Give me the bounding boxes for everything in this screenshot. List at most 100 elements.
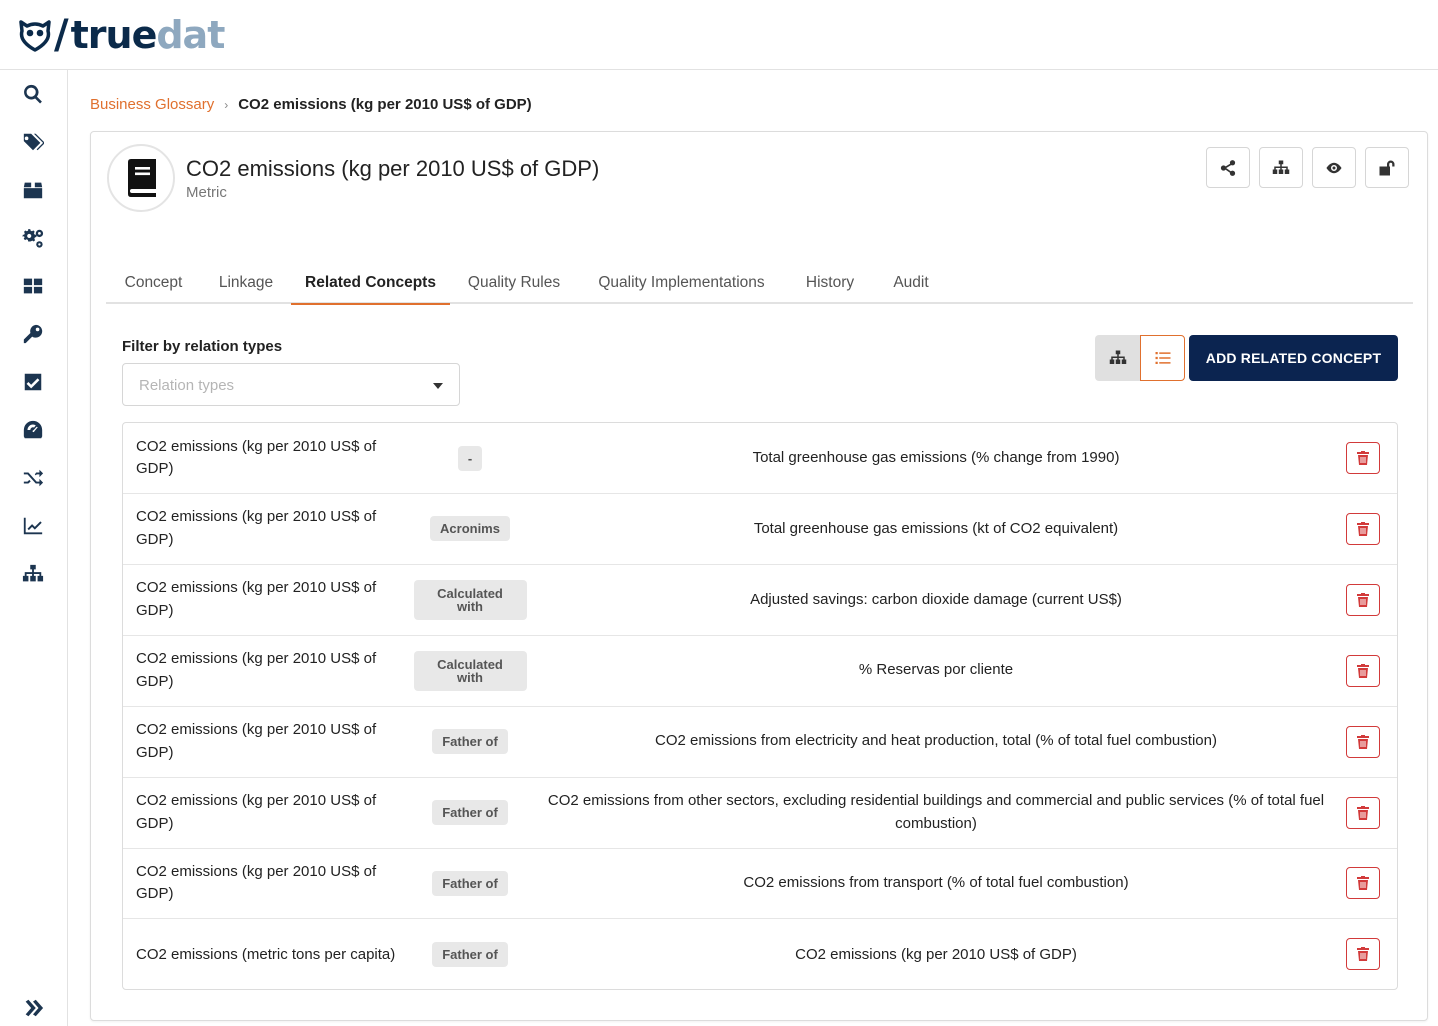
relation-source-concept[interactable]: CO2 emissions (kg per 2010 US$ of GDP) — [136, 636, 396, 706]
concept-card: CO2 emissions (kg per 2010 US$ of GDP) M… — [90, 131, 1428, 1021]
relation-target-concept[interactable]: CO2 emissions (kg per 2010 US$ of GDP) — [543, 919, 1329, 990]
relation-source-concept[interactable]: CO2 emissions (kg per 2010 US$ of GDP) — [136, 848, 396, 918]
relation-target-concept[interactable]: Total greenhouse gas emissions (kt of CO… — [543, 494, 1329, 564]
unlock-icon — [1379, 160, 1395, 175]
sitemap-icon[interactable] — [20, 561, 46, 587]
relation-types-dropdown[interactable]: Relation types — [122, 363, 460, 406]
share-button[interactable] — [1206, 147, 1250, 188]
concept-avatar — [107, 144, 175, 212]
delete-relation-button[interactable] — [1346, 654, 1380, 687]
relation-target-concept[interactable]: CO2 emissions from electricity and heat … — [543, 707, 1329, 777]
relation-source-concept[interactable]: CO2 emissions (kg per 2010 US$ of GDP) — [136, 778, 396, 848]
delete-relation-button[interactable] — [1346, 512, 1380, 545]
checkbox-icon[interactable] — [20, 369, 46, 395]
relation-type-badge: Calculated with — [413, 650, 527, 691]
chart-line-icon[interactable] — [20, 513, 46, 539]
relation-source-concept[interactable]: CO2 emissions (metric tons per capita) — [136, 919, 396, 990]
logo-dat: dat — [156, 13, 225, 57]
relation-type-cell: Calculated with — [405, 565, 535, 635]
relation-row: CO2 emissions (kg per 2010 US$ of GDP) - T… — [123, 423, 1397, 494]
tab-audit[interactable]: Audit — [875, 262, 947, 304]
breadcrumb-business-glossary[interactable]: Business Glossary — [90, 96, 214, 113]
owl-logo-icon — [19, 20, 51, 52]
tab-quality-rules[interactable]: Quality Rules — [450, 262, 578, 304]
delete-relation-button[interactable] — [1346, 796, 1380, 829]
truedat-logo[interactable]: / truedat — [18, 12, 226, 58]
tab-linkage[interactable]: Linkage — [201, 262, 291, 304]
breadcrumb-separator: › — [224, 97, 229, 112]
tags-icon[interactable] — [20, 129, 46, 155]
delete-relation-button[interactable] — [1346, 583, 1380, 616]
sidebar — [0, 70, 68, 1026]
relation-row: CO2 emissions (metric tons per capita) Fa… — [123, 919, 1397, 990]
relation-source-concept[interactable]: CO2 emissions (kg per 2010 US$ of GDP) — [136, 423, 396, 493]
relation-target-concept[interactable]: Adjusted savings: carbon dioxide damage … — [543, 565, 1329, 635]
tab-quality-implementations[interactable]: Quality Implementations — [578, 262, 785, 304]
double-chevron-right-icon[interactable] — [20, 995, 46, 1021]
relation-type-badge: Acronims — [430, 516, 510, 542]
shuffle-icon[interactable] — [20, 465, 46, 491]
share-icon — [1220, 159, 1236, 176]
search-icon[interactable] — [20, 81, 46, 107]
logo-wordmark: truedat — [71, 13, 226, 57]
relation-type-cell: Calculated with — [405, 636, 535, 706]
concept-tabs: Concept Linkage Related Concepts Quality… — [106, 262, 1413, 305]
trash-icon — [1357, 451, 1369, 465]
relation-type-badge: Father of — [432, 800, 508, 825]
book-icon — [128, 159, 156, 197]
key-icon[interactable] — [20, 321, 46, 347]
grid-icon[interactable] — [20, 273, 46, 299]
tab-history[interactable]: History — [785, 262, 875, 304]
delete-relation-button[interactable] — [1346, 938, 1380, 971]
delete-relation-button[interactable] — [1346, 867, 1380, 900]
trash-icon — [1357, 663, 1369, 678]
relation-source-concept[interactable]: CO2 emissions (kg per 2010 US$ of GDP) — [136, 494, 396, 564]
gears-icon[interactable] — [20, 225, 46, 251]
watch-button[interactable] — [1312, 147, 1356, 188]
breadcrumb-current: CO2 emissions (kg per 2010 US$ of GDP) — [238, 96, 532, 113]
lock-button[interactable] — [1365, 147, 1409, 188]
trash-icon — [1357, 947, 1369, 962]
relation-type-badge: Father of — [432, 729, 508, 755]
sitemap-icon — [1272, 160, 1290, 174]
tab-related-concepts[interactable]: Related Concepts — [291, 262, 450, 305]
gauge-icon[interactable] — [20, 417, 46, 443]
relation-source-concept[interactable]: CO2 emissions (kg per 2010 US$ of GDP) — [136, 565, 396, 635]
trash-icon — [1357, 592, 1369, 607]
filter-label: Filter by relation types — [122, 338, 283, 355]
add-related-concept-button[interactable]: ADD RELATED CONCEPT — [1189, 335, 1398, 381]
relation-row: CO2 emissions (kg per 2010 US$ of GDP) Ac… — [123, 494, 1397, 565]
list-icon — [1155, 352, 1170, 364]
delete-relation-button[interactable] — [1346, 442, 1380, 474]
breadcrumb: Business Glossary › CO2 emissions (kg pe… — [90, 96, 532, 113]
concept-title: CO2 emissions (kg per 2010 US$ of GDP) — [186, 156, 600, 181]
graph-view-button[interactable] — [1095, 335, 1140, 381]
relation-target-concept[interactable]: CO2 emissions from transport (% of total… — [543, 848, 1329, 918]
relation-type-cell: Father of — [405, 778, 535, 848]
logo-slash: / — [54, 12, 69, 58]
relation-target-concept[interactable]: CO2 emissions from other sectors, exclud… — [543, 778, 1329, 848]
top-header: / truedat — [0, 0, 1438, 70]
relation-type-cell: Father of — [405, 707, 535, 777]
box-icon[interactable] — [20, 177, 46, 203]
relation-row: CO2 emissions (kg per 2010 US$ of GDP) Fa… — [123, 707, 1397, 778]
trash-icon — [1357, 521, 1369, 536]
relation-type-cell: Father of — [405, 919, 535, 990]
relation-row: CO2 emissions (kg per 2010 US$ of GDP) Fa… — [123, 848, 1397, 920]
relation-type-cell: Father of — [405, 848, 535, 918]
relation-target-concept[interactable]: % Reservas por cliente — [543, 636, 1329, 706]
trash-icon — [1357, 876, 1369, 891]
relation-row: CO2 emissions (kg per 2010 US$ of GDP) Ca… — [123, 636, 1397, 707]
tab-concept[interactable]: Concept — [106, 262, 201, 304]
relation-row: CO2 emissions (kg per 2010 US$ of GDP) Fa… — [123, 778, 1397, 849]
relation-type-badge: Father of — [432, 870, 508, 896]
structure-button[interactable] — [1259, 147, 1303, 188]
relation-source-concept[interactable]: CO2 emissions (kg per 2010 US$ of GDP) — [136, 707, 396, 777]
list-view-button[interactable] — [1140, 335, 1185, 381]
relation-target-concept[interactable]: Total greenhouse gas emissions (% change… — [543, 423, 1329, 493]
relation-type-cell: Acronims — [405, 494, 535, 564]
caret-down-icon — [433, 383, 443, 389]
relation-type-cell: - — [405, 423, 535, 493]
delete-relation-button[interactable] — [1346, 725, 1380, 758]
relation-row: CO2 emissions (kg per 2010 US$ of GDP) Ca… — [123, 565, 1397, 636]
